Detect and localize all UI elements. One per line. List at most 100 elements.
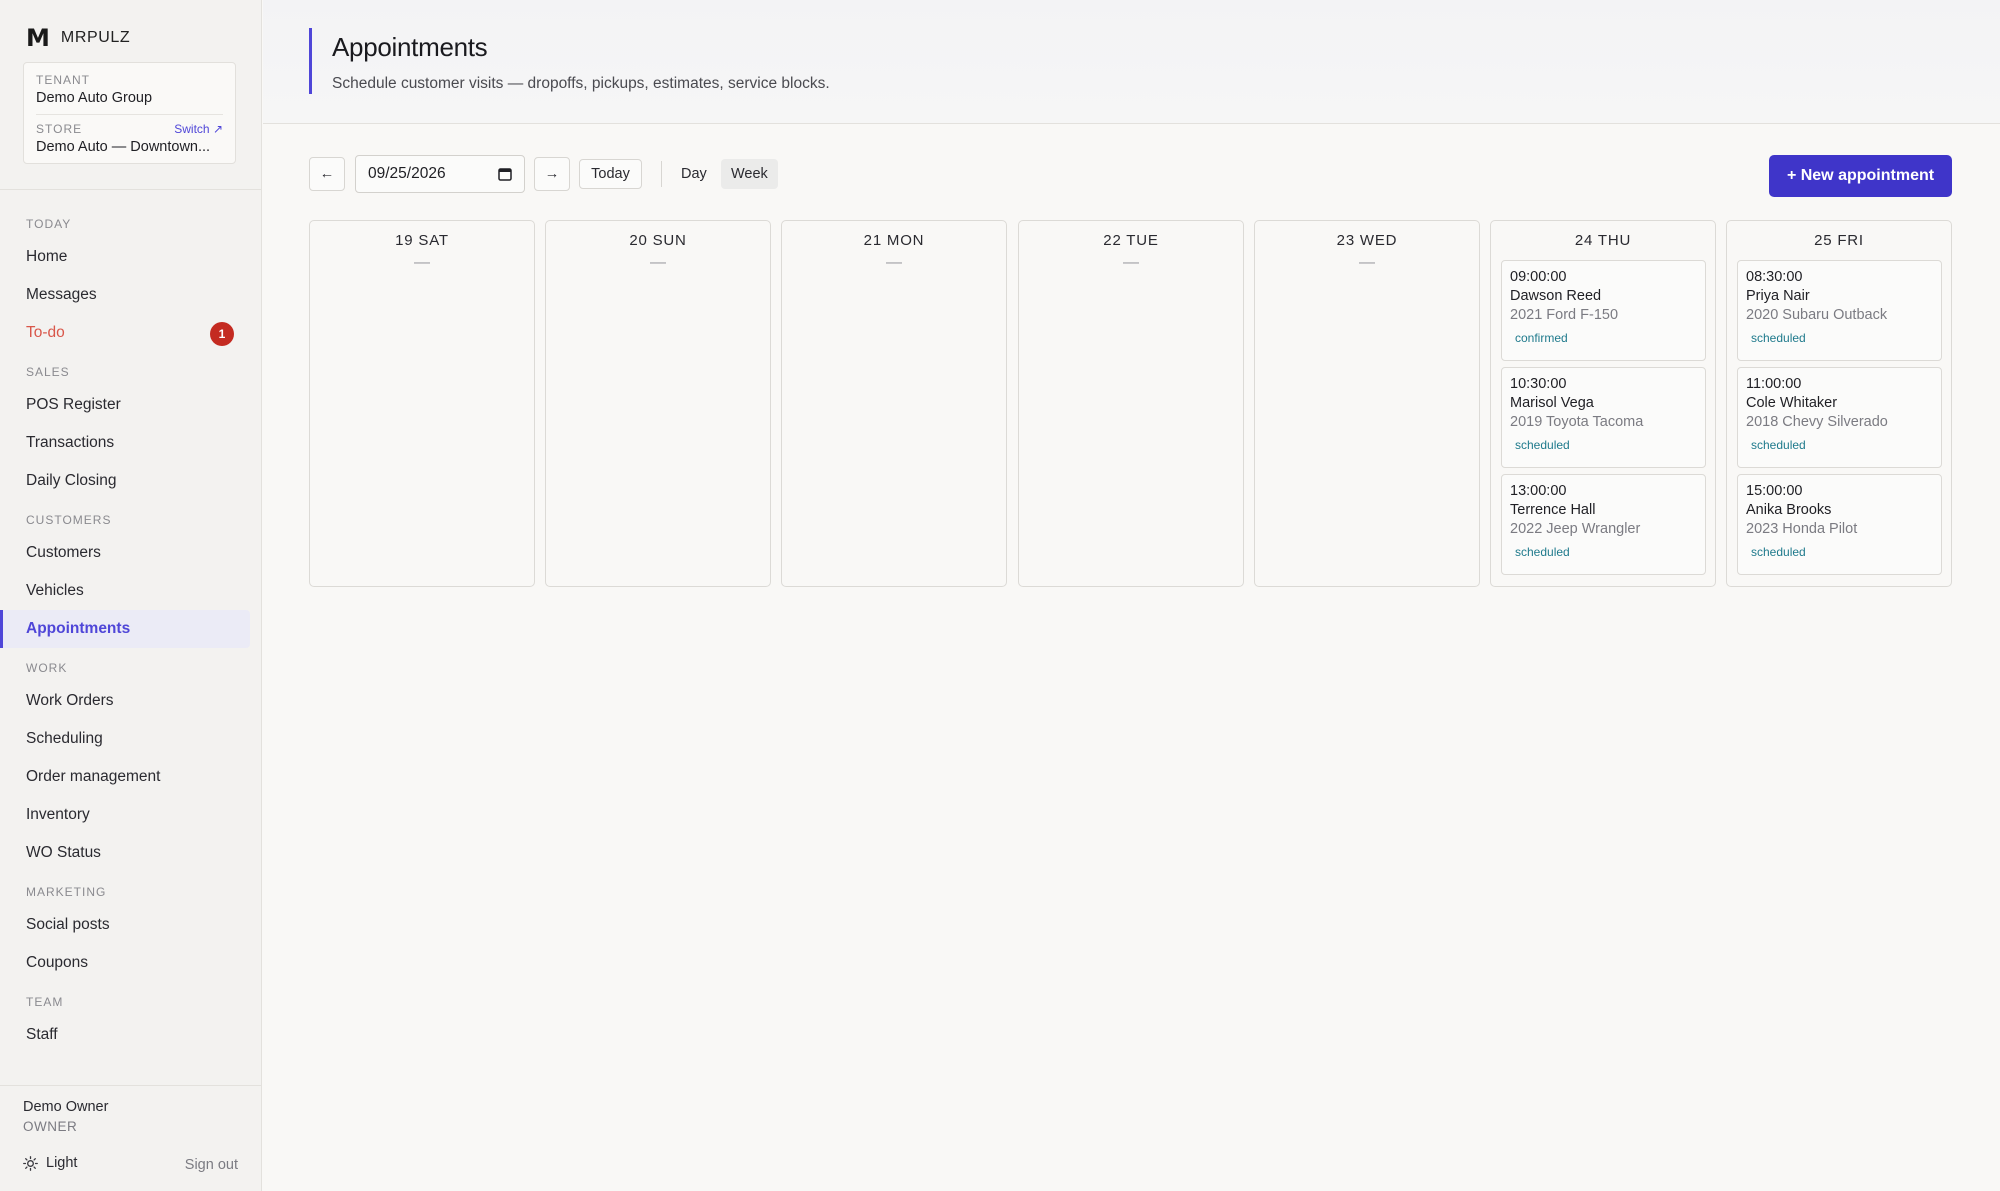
day-column[interactable]: 24 THU 09:00:00 Dawson Reed 2021 Ford F-150… xyxy=(1490,220,1716,587)
sidebar-item-social-posts[interactable]: Social posts xyxy=(0,906,250,944)
toolbar-divider xyxy=(661,161,662,187)
nav-section-sales: SALES xyxy=(26,365,70,379)
day-header: 20 SUN xyxy=(629,232,687,249)
calendar-icon[interactable] xyxy=(498,167,512,181)
appointment-vehicle: 2022 Jeep Wrangler xyxy=(1510,521,1641,537)
arrow-right-icon: → xyxy=(544,166,560,182)
sidebar-item-customers[interactable]: Customers xyxy=(0,534,250,572)
appointment-customer: Dawson Reed xyxy=(1510,288,1602,304)
sidebar-item-wo-status[interactable]: WO Status xyxy=(0,834,250,872)
appointment-time: 09:00:00 xyxy=(1510,269,1567,285)
sidebar-item-order-management[interactable]: Order management xyxy=(0,758,250,796)
appointment-card[interactable]: 10:30:00 Marisol Vega 2019 Toyota Tacoma sc… xyxy=(1501,367,1706,468)
sidebar-divider xyxy=(0,189,261,190)
sidebar-item-messages[interactable]: Messages xyxy=(0,276,250,314)
day-column[interactable]: 20 SUN — xyxy=(545,220,771,587)
day-column[interactable]: 19 SAT — xyxy=(309,220,535,587)
appointment-card[interactable]: 15:00:00 Anika Brooks 2023 Honda Pilot sche… xyxy=(1737,474,1942,575)
appointment-vehicle: 2018 Chevy Silverado xyxy=(1746,414,1888,430)
calendar-toolbar: ← 09/25/2026 → Today Day Week + New appo… xyxy=(309,155,1952,197)
sidebar-item-coupons[interactable]: Coupons xyxy=(0,944,250,982)
appointment-time: 11:00:00 xyxy=(1746,376,1802,392)
next-week-button[interactable]: → xyxy=(534,157,570,191)
sidebar-item-pos-register[interactable]: POS Register xyxy=(0,386,250,424)
sidebar-item-staff[interactable]: Staff xyxy=(0,1016,250,1054)
tenant-label: TENANT xyxy=(36,73,90,87)
nav-section-work: WORK xyxy=(26,661,68,675)
sidebar-item-daily-closing[interactable]: Daily Closing xyxy=(0,462,250,500)
day-header: 23 WED xyxy=(1336,232,1398,249)
sign-out-button[interactable]: Sign out xyxy=(185,1157,238,1173)
user-name: Demo Owner xyxy=(23,1099,109,1115)
day-empty-marker: — xyxy=(886,254,902,271)
arrow-left-icon: ← xyxy=(319,166,335,182)
page-subtitle: Schedule customer visits — dropoffs, pic… xyxy=(332,75,830,92)
sidebar-item-home[interactable]: Home xyxy=(0,238,250,276)
sidebar-item-todo[interactable]: To-do 1 xyxy=(0,314,250,352)
day-header: 19 SAT xyxy=(395,232,449,249)
sidebar-item-vehicles[interactable]: Vehicles xyxy=(0,572,250,610)
appointment-vehicle: 2020 Subaru Outback xyxy=(1746,307,1888,323)
appointment-card[interactable]: 13:00:00 Terrence Hall 2022 Jeep Wrangler s… xyxy=(1501,474,1706,575)
page-title: Appointments xyxy=(332,32,488,62)
nav-section-customers: CUSTOMERS xyxy=(26,513,112,527)
brand-name: MRPULZ xyxy=(60,29,131,46)
theme-label: Light xyxy=(46,1155,78,1171)
appointment-customer: Marisol Vega xyxy=(1510,395,1594,411)
page-header: Appointments Schedule customer visits — … xyxy=(263,0,2000,124)
brand[interactable]: M MRPULZ xyxy=(26,24,130,52)
header-accent-bar xyxy=(309,28,312,94)
appointment-card[interactable]: 11:00:00 Cole Whitaker 2018 Chevy Silverad… xyxy=(1737,367,1942,468)
sidebar-item-appointments[interactable]: Appointments xyxy=(0,610,250,648)
view-day-button[interactable]: Day xyxy=(671,159,717,189)
sidebar-item-transactions[interactable]: Transactions xyxy=(0,424,250,462)
sidebar-nav: TODAY Home Messages To-do 1 SALES POS Re… xyxy=(0,204,261,1054)
day-column[interactable]: 22 TUE — xyxy=(1018,220,1244,587)
appointment-status: scheduled xyxy=(1751,331,1806,345)
appointment-list: 08:30:00 Priya Nair 2020 Subaru Outback sch… xyxy=(1737,260,1942,581)
appointment-status: scheduled xyxy=(1751,438,1806,452)
day-empty-marker: — xyxy=(1123,254,1139,271)
sidebar-item-inventory[interactable]: Inventory xyxy=(0,796,250,834)
appointment-list: 09:00:00 Dawson Reed 2021 Ford F-150 confir… xyxy=(1501,260,1706,581)
date-input[interactable]: 09/25/2026 xyxy=(355,155,525,193)
appointment-card[interactable]: 09:00:00 Dawson Reed 2021 Ford F-150 confir… xyxy=(1501,260,1706,361)
appointment-card[interactable]: 08:30:00 Priya Nair 2020 Subaru Outback sch… xyxy=(1737,260,1942,361)
day-empty-marker: — xyxy=(414,254,430,271)
appointment-status: confirmed xyxy=(1515,331,1568,345)
appointment-status: scheduled xyxy=(1515,545,1570,559)
day-empty-marker: — xyxy=(1359,254,1375,271)
sidebar-item-work-orders[interactable]: Work Orders xyxy=(0,682,250,720)
day-column[interactable]: 21 MON — xyxy=(781,220,1007,587)
sidebar-item-scheduling[interactable]: Scheduling xyxy=(0,720,250,758)
new-appointment-button[interactable]: + New appointment xyxy=(1769,155,1952,197)
store-value: Demo Auto — Downtown... xyxy=(36,139,211,155)
appointment-vehicle: 2023 Honda Pilot xyxy=(1746,521,1858,537)
day-column[interactable]: 23 WED — xyxy=(1254,220,1480,587)
appointment-status: scheduled xyxy=(1515,438,1570,452)
switch-store-link[interactable]: Switch ↗ xyxy=(174,122,223,136)
todo-count-badge: 1 xyxy=(210,322,234,346)
day-header: 21 MON xyxy=(863,232,925,249)
theme-toggle[interactable]: Light xyxy=(23,1155,77,1171)
date-input-value: 09/25/2026 xyxy=(368,165,446,182)
appointment-customer: Anika Brooks xyxy=(1746,502,1832,518)
view-week-button[interactable]: Week xyxy=(721,159,778,189)
appointment-customer: Terrence Hall xyxy=(1510,502,1596,518)
day-empty-marker: — xyxy=(650,254,666,271)
day-header: 22 TUE xyxy=(1103,232,1159,249)
appointment-time: 15:00:00 xyxy=(1746,483,1803,499)
sidebar: M MRPULZ TENANT Demo Auto Group STORE Sw… xyxy=(0,0,262,1191)
today-button[interactable]: Today xyxy=(579,159,642,189)
prev-week-button[interactable]: ← xyxy=(309,157,345,191)
tenant-card: TENANT Demo Auto Group STORE Switch ↗ De… xyxy=(23,62,236,164)
sun-icon xyxy=(23,1155,38,1171)
user-role: OWNER xyxy=(23,1119,78,1134)
appointment-status: scheduled xyxy=(1751,545,1806,559)
day-column[interactable]: 25 FRI 08:30:00 Priya Nair 2020 Subaru Outb… xyxy=(1726,220,1952,587)
appointment-customer: Cole Whitaker xyxy=(1746,395,1838,411)
tenant-value: Demo Auto Group xyxy=(36,90,153,106)
sidebar-footer: Demo Owner OWNER Light Sign out xyxy=(0,1085,261,1191)
appointment-time: 08:30:00 xyxy=(1746,269,1803,285)
sidebar-item-todo-label: To-do xyxy=(26,324,65,341)
